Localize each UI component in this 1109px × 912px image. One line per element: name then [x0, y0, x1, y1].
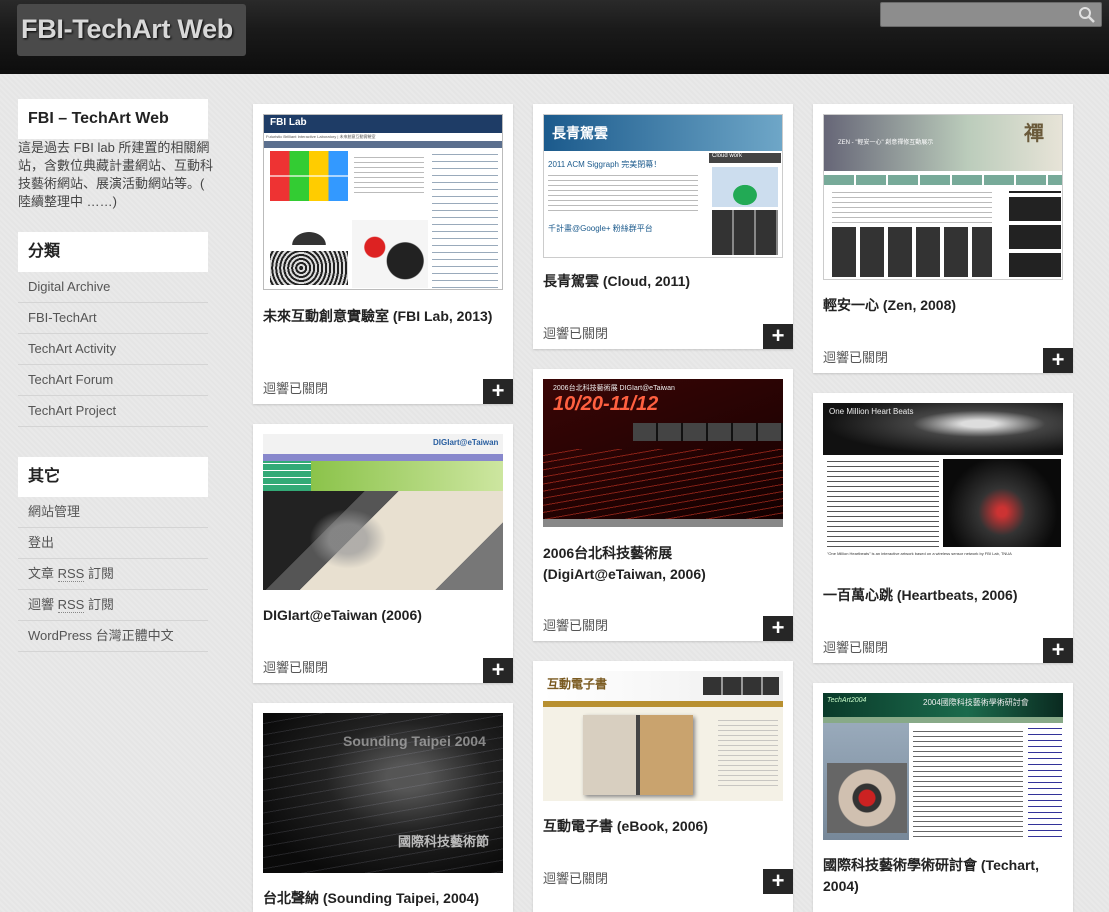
post-card-techart-2004: TechArt2004 2004國際科技藝術學術研討會 國際科技藝術學術研討會 …: [813, 683, 1073, 912]
entries-rss-prefix: 文章: [28, 566, 58, 581]
thumb-cloud-side: Cloud work: [709, 153, 781, 163]
post-thumbnail-heartbeats[interactable]: One Million Heart Beats "One Million Hea…: [823, 403, 1063, 569]
post-thumbnail-cloud[interactable]: 長青駕雲 2011 ACM Siggraph 完美閉幕！ 千計畫@Google+…: [543, 114, 783, 258]
search-icon[interactable]: [1078, 6, 1096, 24]
post-comments-status: 迴響已關閉: [543, 871, 609, 886]
about-widget-text: 這是過去 FBI lab 所建置的相關網站，含數位典藏計畫網站、互動科技藝術網站…: [18, 140, 214, 209]
category-digital-archive[interactable]: Digital Archive: [18, 272, 208, 303]
post-more-button[interactable]: +: [763, 616, 793, 641]
site-admin-link[interactable]: 網站管理: [18, 497, 208, 528]
about-widget-title: FBI – TechArt Web: [18, 99, 208, 139]
post-thumbnail-techart-2004[interactable]: TechArt2004 2004國際科技藝術學術研討會: [823, 693, 1063, 840]
post-more-button[interactable]: +: [763, 324, 793, 349]
post-card-digiart-exhibition: 2006台北科技藝術展 DIGIart@eTaiwan 10/20-11/12 …: [533, 369, 793, 641]
post-comments-status: 迴響已關閉: [823, 350, 889, 365]
thumb-fbilab-logo: FBI Lab: [270, 117, 307, 128]
post-title-ebook[interactable]: 互動電子書 (eBook, 2006): [543, 816, 778, 837]
logout-link[interactable]: 登出: [18, 528, 208, 559]
post-more-button[interactable]: +: [483, 658, 513, 683]
thumb-sounding-title: Sounding Taipei 2004: [343, 733, 486, 749]
thumb-cloud-post1: 2011 ACM Siggraph 完美閉幕！: [548, 160, 662, 169]
comments-rss-link[interactable]: 迴響 RSS 訂閱: [18, 590, 208, 621]
post-more-button[interactable]: +: [483, 379, 513, 404]
post-card-ebook: 互動電子書 互動電子書 (eBook, 2006) 迴響已關閉 +: [533, 661, 793, 912]
post-card-zen: 禪 ZEN - "輕安一心" 創意禪修互動展示 輕安一心 (Zen, 2008)…: [813, 104, 1073, 373]
post-card-fbi-lab: FBI Lab Futuristic Brilliant Interactive…: [253, 104, 513, 404]
post-more-button[interactable]: +: [1043, 638, 1073, 663]
post-comments-status: 迴響已關閉: [543, 618, 609, 633]
post-card-digiart-2006: DIGIart@eTaiwan DIGIart@eTaiwan (2006) 迴…: [253, 424, 513, 683]
thumb-digiart06-logo: DIGIart@eTaiwan: [433, 438, 499, 447]
post-thumbnail-digiart-exhibition[interactable]: 2006台北科技藝術展 DIGIart@eTaiwan 10/20-11/12: [543, 379, 783, 527]
other-widget-title: 其它: [18, 457, 208, 497]
thumb-digiart-dates: 10/20-11/12: [553, 393, 659, 415]
category-techart-project[interactable]: TechArt Project: [18, 396, 208, 427]
category-fbi-techart[interactable]: FBI-TechArt: [18, 303, 208, 334]
thumb-cloud-post2: 千計畫@Google+ 粉絲群平台: [548, 224, 653, 233]
post-title-digiart-2006[interactable]: DIGIart@eTaiwan (2006): [263, 605, 498, 626]
thumb-heart-caption: "One Million Heartbeats" is an interacti…: [827, 551, 1012, 556]
post-comments-status: 迴響已關閉: [823, 640, 889, 655]
thumb-cloud-header: 長青駕雲: [552, 125, 608, 141]
thumb-fbilab-subtitle: Futuristic Brilliant Interactive Laborat…: [264, 133, 502, 141]
comments-rss-abbr: RSS: [57, 597, 85, 613]
comments-rss-suffix: 訂閱: [84, 597, 114, 612]
post-title-sounding-taipei[interactable]: 台北聲納 (Sounding Taipei, 2004): [263, 888, 498, 909]
category-techart-activity[interactable]: TechArt Activity: [18, 334, 208, 365]
post-card-heartbeats: One Million Heart Beats "One Million Hea…: [813, 393, 1073, 663]
thumb-digiart-top: 2006台北科技藝術展 DIGIart@eTaiwan: [553, 385, 675, 392]
category-techart-forum[interactable]: TechArt Forum: [18, 365, 208, 396]
post-thumbnail-fbi-lab[interactable]: FBI Lab Futuristic Brilliant Interactive…: [263, 114, 503, 290]
post-thumbnail-zen[interactable]: 禪 ZEN - "輕安一心" 創意禪修互動展示: [823, 114, 1063, 280]
thumb-zen-tagline: ZEN - "輕安一心" 創意禪修互動展示: [838, 140, 934, 146]
thumb-heart-title: One Million Heart Beats: [829, 407, 914, 416]
post-card-sounding-taipei: Sounding Taipei 2004 國際科技藝術節 台北聲納 (Sound…: [253, 703, 513, 912]
post-more-button[interactable]: +: [1043, 348, 1073, 373]
post-title-heartbeats[interactable]: 一百萬心跳 (Heartbeats, 2006): [823, 585, 1058, 606]
search-form: [880, 2, 1102, 27]
thumb-sounding-sub: 國際科技藝術節: [398, 834, 490, 849]
thumb-techart-logo: TechArt2004: [827, 697, 867, 704]
post-thumbnail-ebook[interactable]: 互動電子書: [543, 671, 783, 801]
post-thumbnail-sounding-taipei[interactable]: Sounding Taipei 2004 國際科技藝術節: [263, 713, 503, 873]
thumb-techart-banner: 2004國際科技藝術學術研討會: [923, 698, 1029, 707]
post-comments-status: 迴響已關閉: [543, 326, 609, 341]
post-title-digiart-exhibition[interactable]: 2006台北科技藝術展 (DigiArt@eTaiwan, 2006): [543, 543, 778, 585]
post-comments-status: 迴響已關閉: [263, 381, 329, 396]
categories-widget-title: 分類: [18, 232, 208, 272]
search-input[interactable]: [881, 3, 1071, 26]
post-comments-status: 迴響已關閉: [263, 660, 329, 675]
thumb-ebook-head: 互動電子書: [547, 677, 608, 691]
post-card-cloud: 長青駕雲 2011 ACM Siggraph 完美閉幕！ 千計畫@Google+…: [533, 104, 793, 349]
post-title-fbi-lab[interactable]: 未來互動創意實驗室 (FBI Lab, 2013): [263, 306, 498, 327]
post-title-zen[interactable]: 輕安一心 (Zen, 2008): [823, 295, 1058, 316]
site-header: FBI-TechArt Web: [0, 0, 1109, 74]
post-title-techart-2004[interactable]: 國際科技藝術學術研討會 (Techart, 2004): [823, 855, 1058, 897]
post-more-button[interactable]: +: [763, 869, 793, 894]
wordpress-link[interactable]: WordPress 台灣正體中文: [18, 621, 208, 652]
categories-list: Digital Archive FBI-TechArt TechArt Acti…: [18, 272, 208, 427]
meta-list: 網站管理 登出 文章 RSS 訂閱 迴響 RSS 訂閱 WordPress 台灣…: [18, 497, 208, 652]
thumb-zen-brand: 禪: [1024, 123, 1044, 145]
entries-rss-suffix: 訂閱: [84, 566, 114, 581]
entries-rss-abbr: RSS: [57, 566, 85, 582]
entries-rss-link[interactable]: 文章 RSS 訂閱: [18, 559, 208, 590]
post-thumbnail-digiart-2006[interactable]: DIGIart@eTaiwan: [263, 434, 503, 590]
post-title-cloud[interactable]: 長青駕雲 (Cloud, 2011): [543, 271, 778, 292]
comments-rss-prefix: 迴響: [28, 597, 58, 612]
site-title-link[interactable]: FBI-TechArt Web: [21, 14, 233, 45]
